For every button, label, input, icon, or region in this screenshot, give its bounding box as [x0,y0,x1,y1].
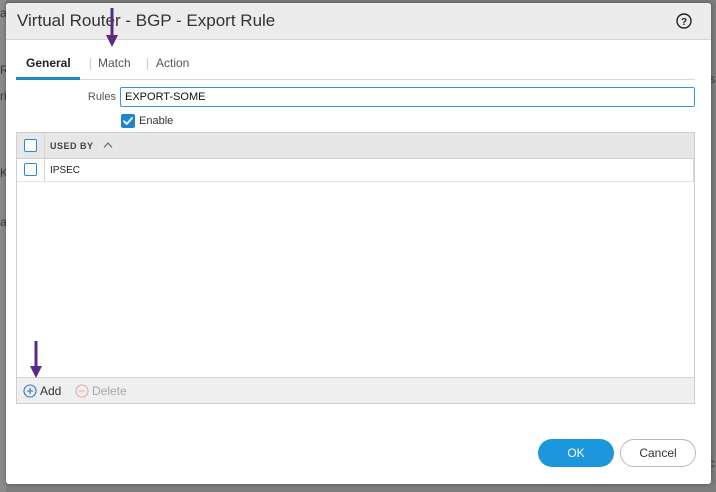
ok-button[interactable]: OK [538,439,614,467]
row-end-divider [693,159,694,182]
annotation-arrow-icon [106,8,118,47]
tab-divider [147,58,148,70]
dialog-title: Virtual Router - BGP - Export Rule [17,11,276,30]
table-row[interactable]: IPSEC [17,159,694,182]
tab-divider [90,58,91,70]
chevron-up-icon[interactable] [103,141,113,149]
active-tab-indicator [16,77,80,80]
checkmark-icon [123,117,133,125]
export-rule-dialog: Virtual Router - BGP - Export Rule ? Gen… [6,3,711,484]
table-header: USED BY [17,133,694,159]
row-checkbox[interactable] [24,163,37,176]
annotation-arrow-icon [30,341,42,378]
cancel-button[interactable]: Cancel [620,439,696,467]
column-header-used-by[interactable]: USED BY [50,141,94,151]
table-footer: Add Delete [17,377,694,403]
select-all-checkbox[interactable] [24,139,37,152]
tab-bar: General Match Action [16,50,695,80]
delete-label: Delete [92,384,127,398]
rules-input[interactable] [120,87,695,107]
delete-button[interactable]: Delete [75,384,127,398]
enable-checkbox[interactable] [121,114,135,128]
add-label: Add [40,384,62,398]
minus-circle-icon [75,384,89,398]
row-used-by-value: IPSEC [50,165,81,176]
question-circle-icon[interactable]: ? [676,13,692,29]
add-button[interactable]: Add [23,384,61,398]
enable-label: Enable [139,115,174,127]
svg-text:?: ? [681,17,687,28]
plus-circle-icon [23,384,37,398]
tab-action[interactable]: Action [156,56,189,70]
used-by-table: USED BY IPSEC Add Delete [16,132,695,404]
tab-match[interactable]: Match [98,56,131,70]
tab-general[interactable]: General [26,56,71,70]
rules-label: Rules [87,91,116,103]
